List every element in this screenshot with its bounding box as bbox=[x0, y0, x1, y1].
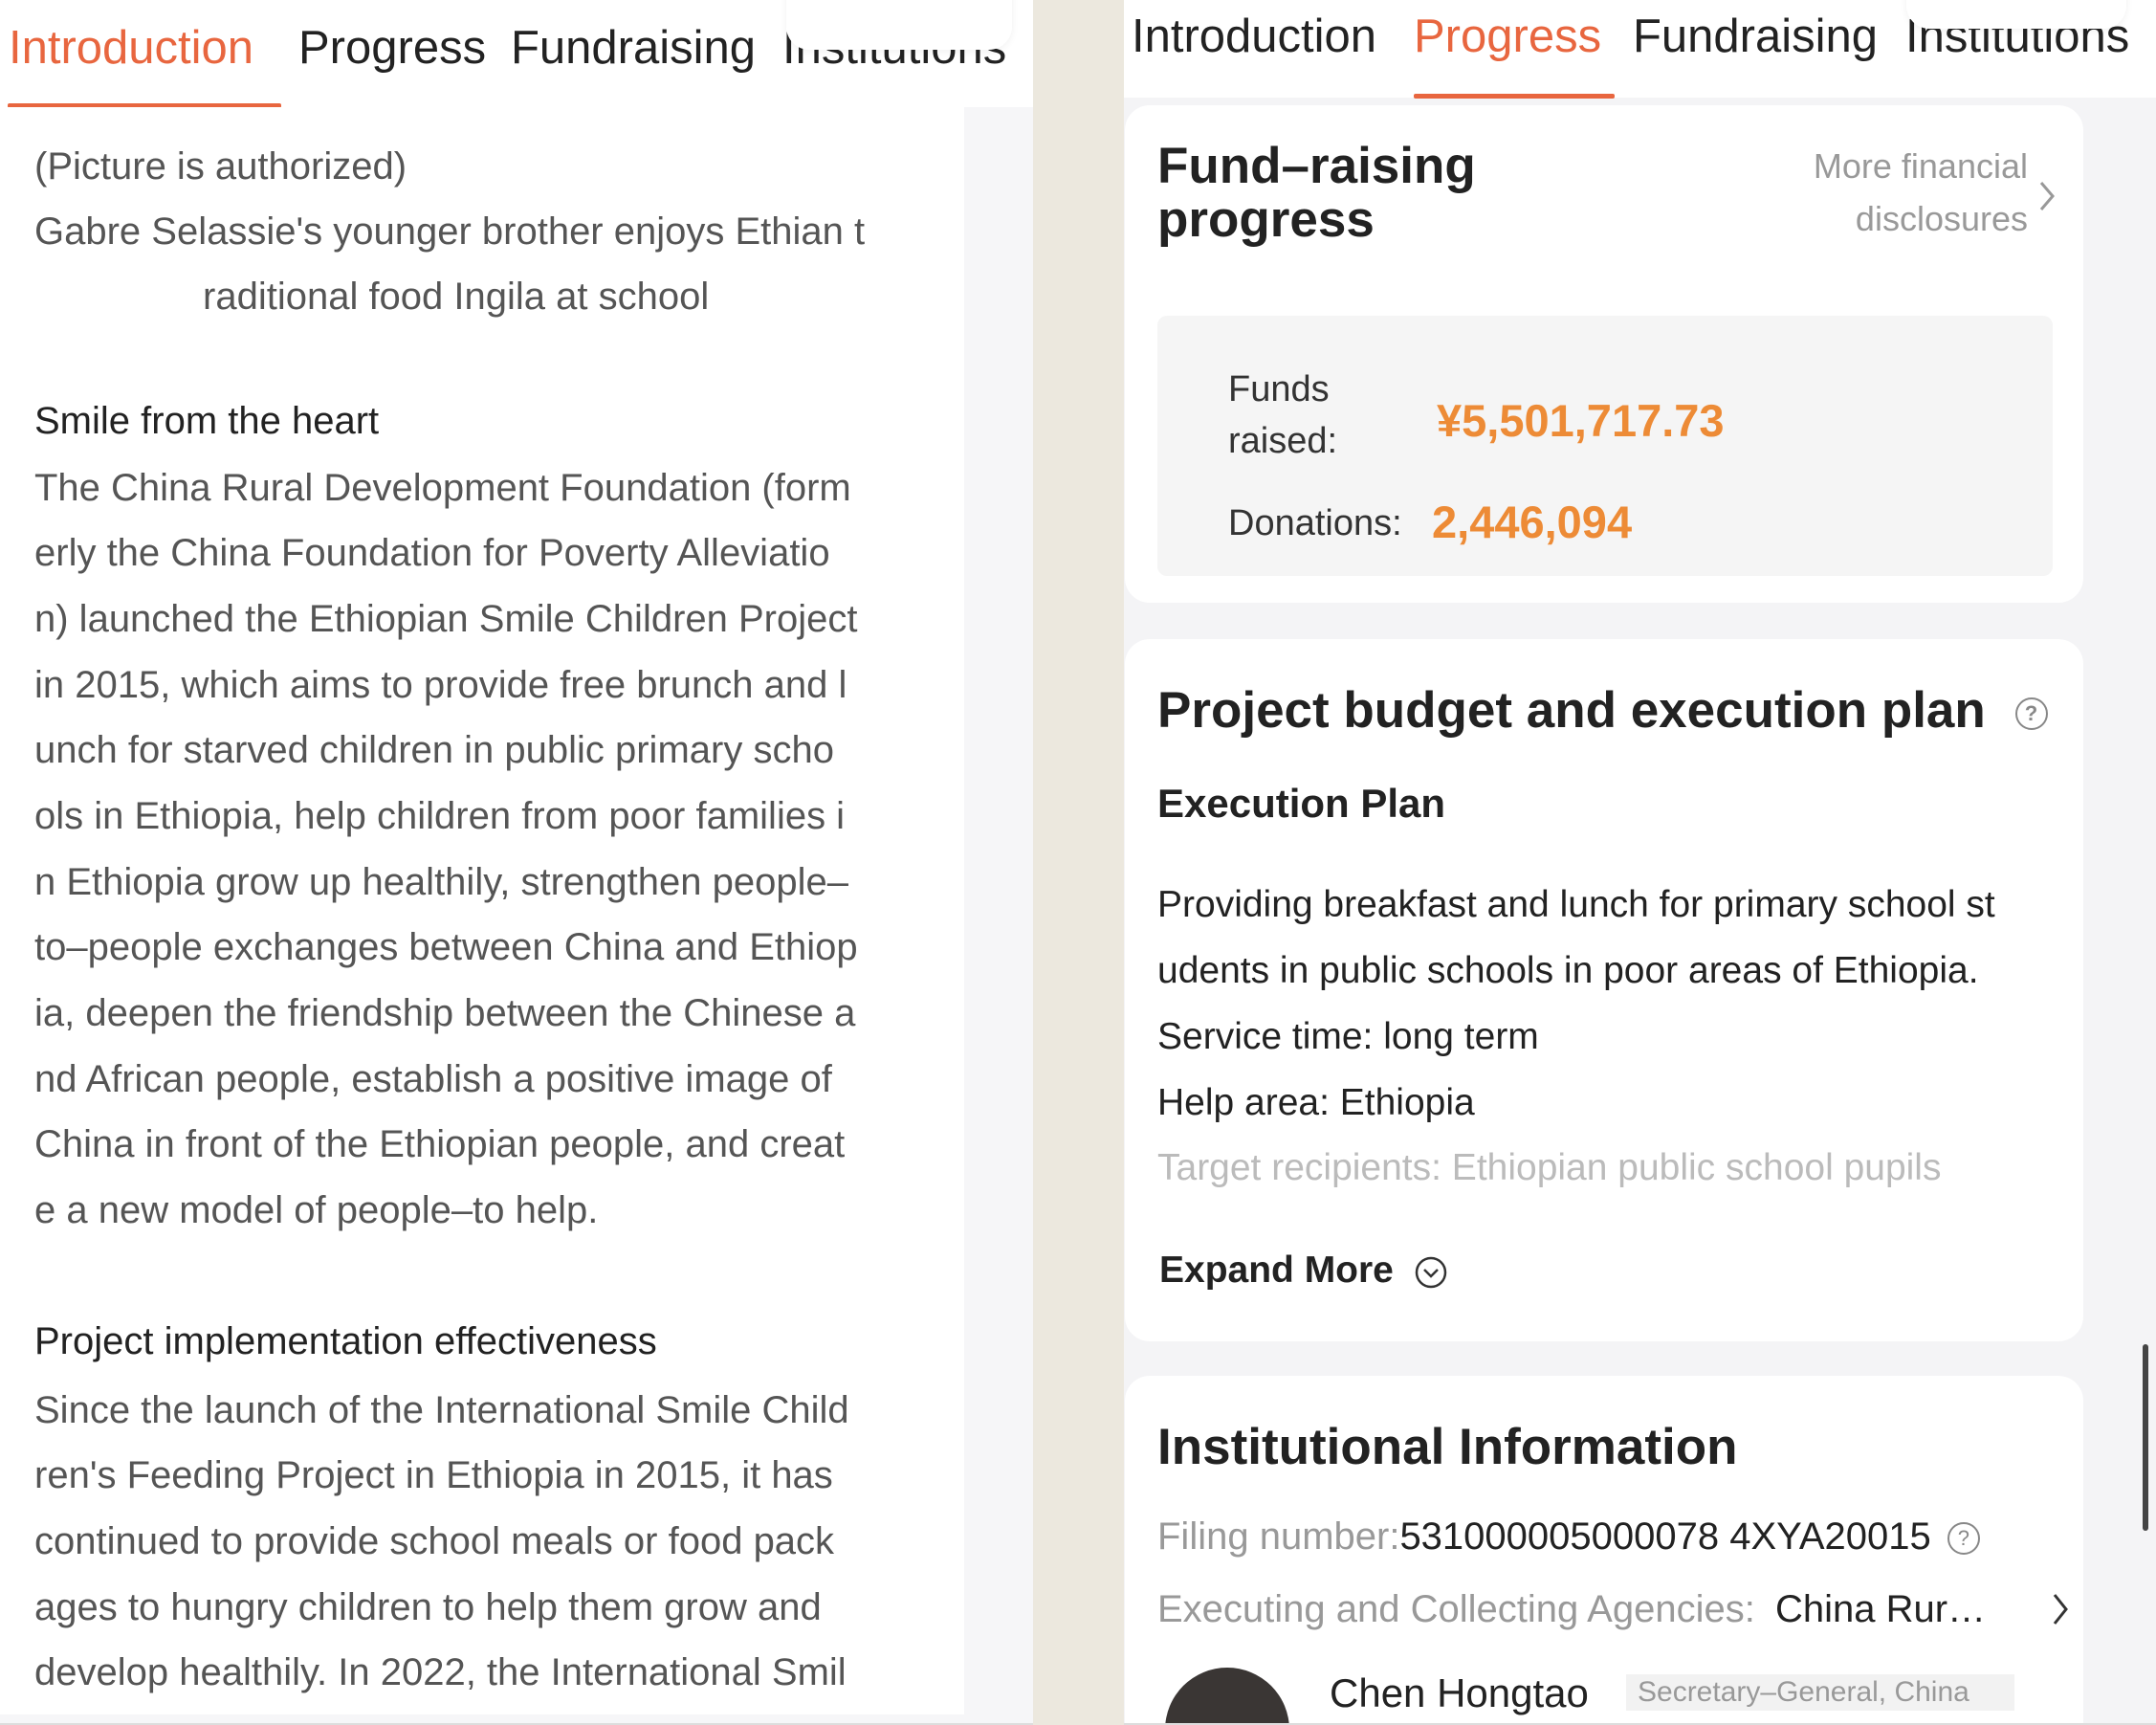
tab-progress[interactable]: Progress bbox=[298, 21, 486, 75]
fundraising-stats: Funds raised: ¥5,501,717.73 Donations: 2… bbox=[1157, 316, 2053, 576]
active-tab-indicator bbox=[1414, 94, 1615, 99]
funds-raised-label: Funds raised: bbox=[1228, 369, 1338, 461]
institution-card: Institutional Information Filing number:… bbox=[1125, 1376, 2083, 1725]
executing-agency-row[interactable]: Executing and Collecting Agencies: China… bbox=[1157, 1588, 1986, 1631]
plan-line: Help area: Ethiopia bbox=[1157, 1082, 1475, 1123]
budget-plan-card: Project budget and execution plan ? Exec… bbox=[1125, 639, 2083, 1341]
donations-label: Donations: bbox=[1228, 503, 1402, 543]
right-screen: Introduction Progress Fundraising Instit… bbox=[1124, 0, 2156, 1725]
paragraph-line: n Ethiopia grow up healthily, strengthen… bbox=[34, 861, 848, 903]
funds-raised-value: ¥5,501,717.73 bbox=[1437, 395, 1725, 446]
paragraph-line: The China Rural Development Foundation (… bbox=[34, 467, 851, 509]
paragraph-line: China in front of the Ethiopian people, … bbox=[34, 1123, 846, 1165]
fundraising-progress-card: Fund–raising progress More financial dis… bbox=[1125, 105, 2083, 603]
share-button[interactable] bbox=[1906, 0, 2126, 29]
section-heading: Smile from the heart bbox=[34, 400, 380, 442]
donations-value: 2,446,094 bbox=[1432, 497, 1633, 547]
tab-progress[interactable]: Progress bbox=[1414, 10, 1601, 63]
tab-bar: Introduction Progress Fundraising Instit… bbox=[0, 0, 1033, 108]
paragraph-line: in 2015, which aims to provide free brun… bbox=[34, 664, 847, 706]
tab-fundraising[interactable]: Fundraising bbox=[511, 21, 756, 75]
person-name: Chen Hongtao bbox=[1330, 1670, 1589, 1715]
card-title: Institutional Information bbox=[1157, 1419, 1738, 1475]
avatar bbox=[1165, 1668, 1289, 1725]
left-screen: Introduction Progress Fundraising Instit… bbox=[0, 0, 1033, 1725]
paragraph-line: develop healthily. In 2022, the Internat… bbox=[34, 1651, 847, 1693]
person-title-badge: Secretary–General, China bbox=[1626, 1674, 2014, 1711]
chevron-down-circle-icon bbox=[1415, 1256, 1446, 1288]
card-title: Fund–raising progress bbox=[1157, 138, 1476, 248]
plan-line: udents in public schools in poor areas o… bbox=[1157, 950, 1979, 991]
more-financial-disclosures-link[interactable]: More financial disclosures bbox=[1814, 140, 2028, 245]
chevron-right-icon bbox=[2053, 1594, 2068, 1625]
section-heading: Project implementation effectiveness bbox=[34, 1320, 657, 1362]
paragraph-line: to–people exchanges between China and Et… bbox=[34, 926, 858, 968]
paragraph-line: Since the launch of the International Sm… bbox=[34, 1389, 849, 1431]
project-introduction: (Picture is authorized) Gabre Selassie's… bbox=[0, 107, 964, 1714]
help-icon[interactable]: ? bbox=[2014, 697, 2048, 730]
filing-number: Filing number:531000005000078 4XYA20015 … bbox=[1157, 1515, 1980, 1559]
tab-introduction[interactable]: Introduction bbox=[1132, 10, 1376, 63]
scrollbar[interactable] bbox=[2143, 1344, 2148, 1531]
paragraph-line: e a new model of people–to help. bbox=[34, 1189, 599, 1231]
paragraph-line: nd African people, establish a positive … bbox=[34, 1058, 832, 1100]
image-caption-line: (Picture is authorized) bbox=[34, 145, 407, 188]
help-icon[interactable]: ? bbox=[1947, 1522, 1980, 1556]
image-caption-line: raditional food Ingila at school bbox=[203, 276, 710, 318]
tab-fundraising[interactable]: Fundraising bbox=[1633, 10, 1878, 63]
paragraph-line: ols in Ethiopia, help children from poor… bbox=[34, 795, 846, 837]
paragraph-line: unch for starved children in public prim… bbox=[34, 729, 834, 771]
paragraph-line: n) launched the Ethiopian Smile Children… bbox=[34, 598, 858, 640]
expand-more-button[interactable]: Expand More bbox=[1159, 1250, 1448, 1292]
execution-plan-heading: Execution Plan bbox=[1157, 781, 1446, 826]
tab-introduction[interactable]: Introduction bbox=[9, 21, 253, 75]
chevron-right-icon bbox=[2039, 182, 2055, 210]
paragraph-line: ages to hungry children to help them gro… bbox=[34, 1586, 822, 1628]
image-caption-line: Gabre Selassie's younger brother enjoys … bbox=[34, 210, 866, 253]
tab-bar: Introduction Progress Fundraising Instit… bbox=[1124, 0, 2156, 99]
paragraph-line: ia, deepen the friendship between the Ch… bbox=[34, 992, 856, 1034]
plan-line: Service time: long term bbox=[1157, 1016, 1539, 1057]
paragraph-line: ren's Feeding Project in Ethiopia in 201… bbox=[34, 1454, 833, 1496]
plan-line: Providing breakfast and lunch for primar… bbox=[1157, 884, 1995, 925]
plan-line-faded: Target recipients: Ethiopian public scho… bbox=[1157, 1147, 1942, 1188]
card-title: Project budget and execution plan ? bbox=[1157, 681, 2048, 740]
paragraph-line: erly the China Foundation for Poverty Al… bbox=[34, 532, 830, 574]
paragraph-line: continued to provide school meals or foo… bbox=[34, 1520, 835, 1562]
share-button[interactable] bbox=[786, 0, 1012, 50]
